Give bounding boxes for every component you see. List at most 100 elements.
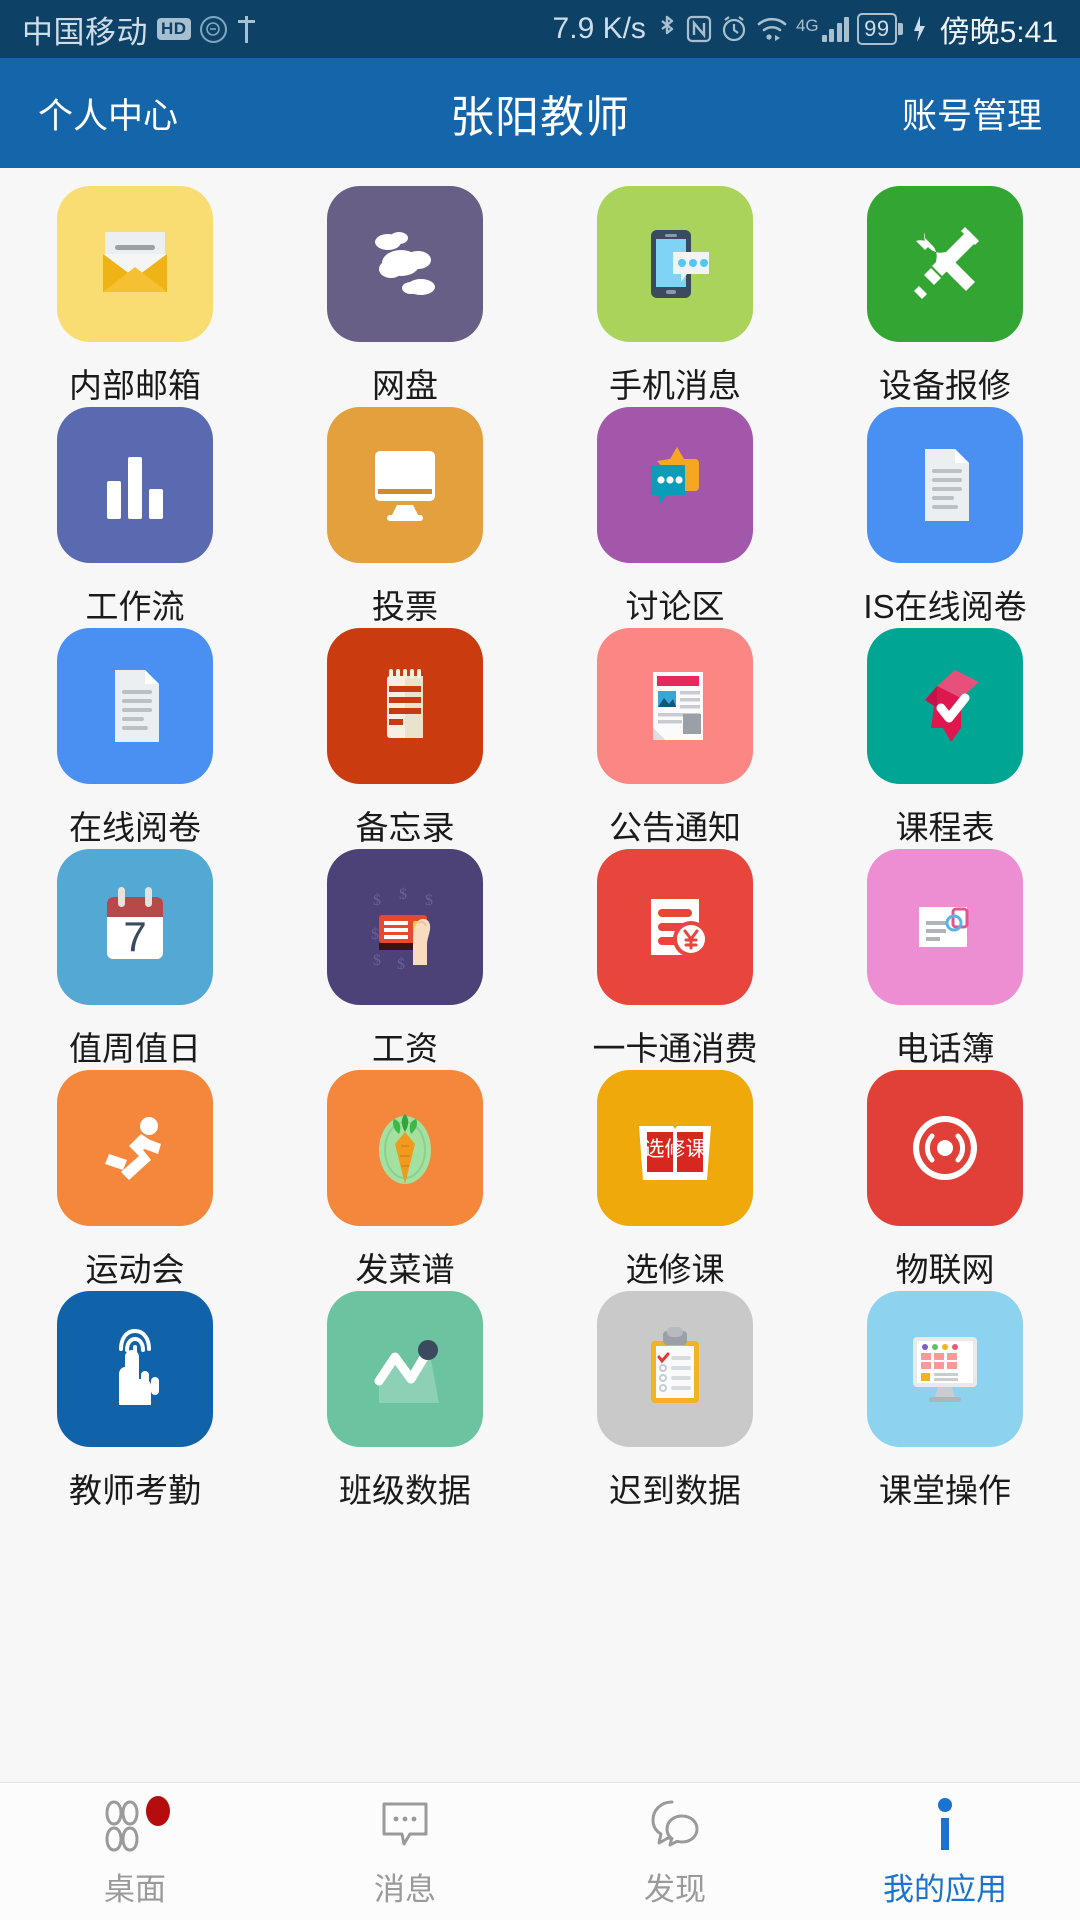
salary-card-icon[interactable]: $ $ $ $ $ $ xyxy=(327,849,483,1005)
vpn-circle-icon xyxy=(199,15,227,43)
clipboard-icon[interactable] xyxy=(597,1291,753,1447)
tab-label: 桌面 xyxy=(104,1872,166,1907)
status-bar: 中国移动 HD 7.9 K/s 4G 99 傍晚5:41 xyxy=(0,0,1080,58)
line-chart-icon[interactable] xyxy=(327,1291,483,1447)
nfc-icon xyxy=(686,14,712,44)
message-icon xyxy=(374,1794,436,1856)
app-tile[interactable]: 工作流 xyxy=(0,407,270,628)
app-tile[interactable]: 一卡通消费 xyxy=(540,849,810,1070)
app-tile-label: 班级数据 xyxy=(339,1472,471,1509)
app-tile-label: 网盘 xyxy=(372,367,438,404)
tab-info-i[interactable]: 我的应用 xyxy=(810,1783,1080,1920)
notepad-icon[interactable] xyxy=(327,628,483,784)
clock-label: 傍晚5:41 xyxy=(939,16,1058,49)
fingerprint-hand-icon[interactable] xyxy=(57,1291,213,1447)
app-tile[interactable]: 运动会 xyxy=(0,1070,270,1291)
app-tile[interactable]: 网盘 xyxy=(270,186,540,407)
running-icon[interactable] xyxy=(57,1070,213,1226)
svg-text:7: 7 xyxy=(123,913,146,960)
personal-center-button[interactable]: 个人中心 xyxy=(38,88,178,139)
svg-text:$: $ xyxy=(399,886,407,903)
app-tile[interactable]: 物联网 xyxy=(810,1070,1080,1291)
network-type-label: 4G xyxy=(795,16,819,35)
wifi-icon xyxy=(756,14,788,44)
app-tile[interactable]: 发菜谱 xyxy=(270,1070,540,1291)
phone-message-icon[interactable] xyxy=(597,186,753,342)
app-tile-label: 设备报修 xyxy=(879,367,1011,404)
app-tile[interactable]: 公告通知 xyxy=(540,628,810,849)
alarm-icon xyxy=(720,14,748,44)
mail-icon[interactable] xyxy=(57,186,213,342)
tab-discover[interactable]: 发现 xyxy=(540,1783,810,1920)
tab-label: 消息 xyxy=(374,1872,436,1907)
tools-icon[interactable] xyxy=(867,186,1023,342)
app-tile[interactable]: IS在线阅卷 xyxy=(810,407,1080,628)
tab-grid[interactable]: 桌面 xyxy=(0,1783,270,1920)
app-tile-label: 手机消息 xyxy=(609,367,741,404)
svg-text:$: $ xyxy=(373,892,381,909)
app-tile-label: 讨论区 xyxy=(625,588,725,625)
app-tile-label: 物联网 xyxy=(895,1251,995,1288)
app-tile[interactable]: 内部邮箱 xyxy=(0,186,270,407)
calendar-icon[interactable]: 7 xyxy=(57,849,213,1005)
app-tile[interactable]: 7 值周值日 xyxy=(0,849,270,1070)
app-tile[interactable]: 课程表 xyxy=(810,628,1080,849)
charging-icon xyxy=(911,14,927,44)
bar-chart-icon[interactable] xyxy=(57,407,213,563)
check-flag-icon[interactable] xyxy=(867,628,1023,784)
notification-badge xyxy=(146,1796,170,1826)
app-tile[interactable]: 课堂操作 xyxy=(810,1291,1080,1512)
app-tile-label: 选修课 xyxy=(625,1251,725,1288)
app-tile-label: 值周值日 xyxy=(69,1030,201,1067)
app-tile-label: 一卡通消费 xyxy=(592,1030,758,1067)
signal-bars xyxy=(821,16,850,42)
document-icon[interactable] xyxy=(57,628,213,784)
svg-text:$: $ xyxy=(371,926,379,943)
tab-label: 发现 xyxy=(644,1872,706,1907)
app-tile[interactable]: 在线阅卷 xyxy=(0,628,270,849)
tab-label: 我的应用 xyxy=(883,1872,1007,1907)
cloud-icon[interactable] xyxy=(327,186,483,342)
battery-icon: 99 xyxy=(857,12,903,46)
app-tile[interactable]: $ $ $ $ $ $ 工资 xyxy=(270,849,540,1070)
desktop-board-icon[interactable] xyxy=(867,1291,1023,1447)
app-tile[interactable]: 教师考勤 xyxy=(0,1291,270,1512)
app-tile[interactable]: 迟到数据 xyxy=(540,1291,810,1512)
app-tile-label: 内部邮箱 xyxy=(69,367,201,404)
newspaper-icon[interactable] xyxy=(597,628,753,784)
page-title: 张阳教师 xyxy=(450,93,630,142)
app-tile[interactable]: 讨论区 xyxy=(540,407,810,628)
battery-level-label: 99 xyxy=(857,12,897,46)
discover-icon xyxy=(644,1794,706,1856)
chat-bubbles-icon[interactable] xyxy=(597,407,753,563)
contact-card-icon[interactable] xyxy=(867,849,1023,1005)
app-tile[interactable]: 电话簿 xyxy=(810,849,1080,1070)
iot-signal-icon[interactable] xyxy=(867,1070,1023,1226)
app-grid: 内部邮箱 网盘 手机消息 设备报修 工作流 投票 讨论区 IS在线阅卷 在线阅卷 备忘录 公告通知课… xyxy=(0,168,1080,1512)
document-icon[interactable] xyxy=(867,407,1023,563)
account-management-button[interactable]: 账号管理 xyxy=(902,88,1042,139)
card-yuan-icon[interactable] xyxy=(597,849,753,1005)
app-tile-label: 电话簿 xyxy=(895,1030,995,1067)
app-tile[interactable]: 手机消息 xyxy=(540,186,810,407)
carrot-icon[interactable] xyxy=(327,1070,483,1226)
app-grid-scroll-area[interactable]: 内部邮箱 网盘 手机消息 设备报修 工作流 投票 讨论区 IS在线阅卷 在线阅卷 备忘录 公告通知课… xyxy=(0,168,1080,1782)
app-tile[interactable]: 投票 xyxy=(270,407,540,628)
svg-text:$: $ xyxy=(425,892,433,909)
app-tile[interactable]: 备忘录 xyxy=(270,628,540,849)
monitor-icon[interactable] xyxy=(327,407,483,563)
app-tile-label: 公告通知 xyxy=(609,809,741,846)
app-tile[interactable]: 设备报修 xyxy=(810,186,1080,407)
grid-icon xyxy=(104,1794,170,1856)
app-root: 中国移动 HD 7.9 K/s 4G 99 傍晚5:41 个人中心 张阳教师 账… xyxy=(0,0,1080,1920)
tab-message[interactable]: 消息 xyxy=(270,1783,540,1920)
carrier-label: 中国移动 xyxy=(22,14,148,50)
elective-book-icon[interactable]: 选修课 xyxy=(597,1070,753,1226)
app-tile-label: 工资 xyxy=(372,1030,438,1067)
app-tile-label: 备忘录 xyxy=(355,809,455,846)
app-tile[interactable]: 班级数据 xyxy=(270,1291,540,1512)
app-tile[interactable]: 选修课选修课 xyxy=(540,1070,810,1291)
status-bar-right: 7.9 K/s 4G 99 傍晚5:41 xyxy=(553,7,1058,51)
network-speed-label: 7.9 K/s xyxy=(552,12,646,45)
app-tile-label: 课堂操作 xyxy=(879,1472,1011,1509)
